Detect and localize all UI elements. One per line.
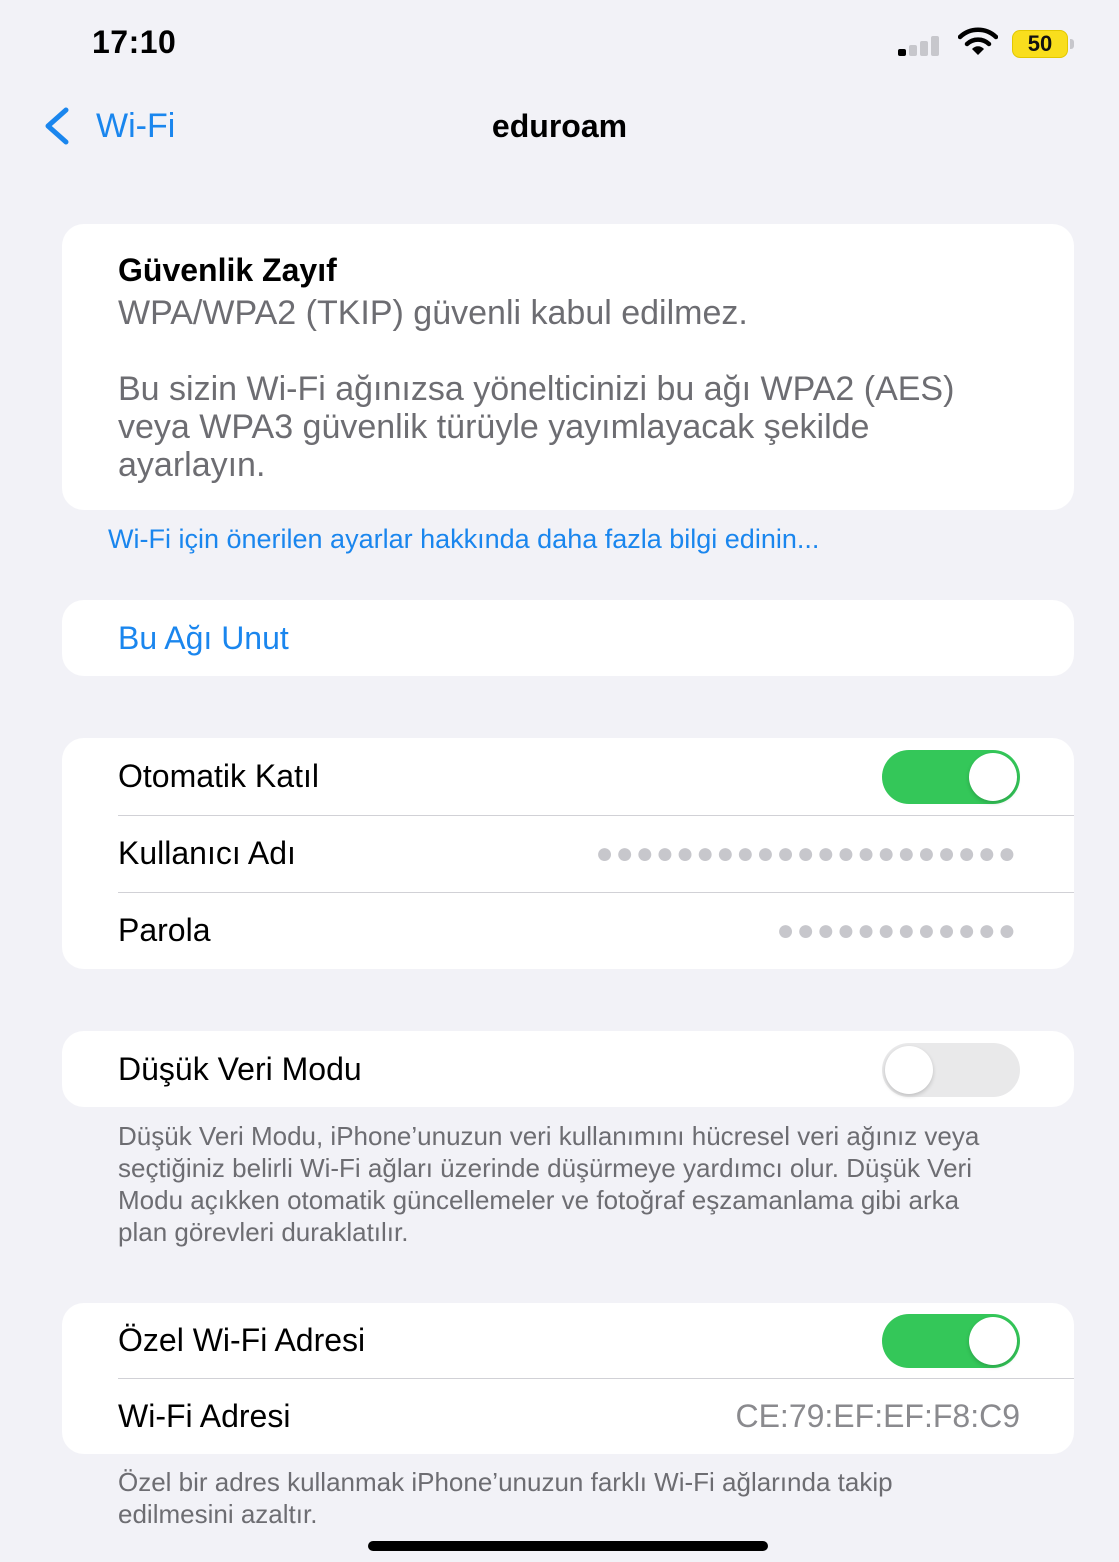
low-data-mode-row: Düşük Veri Modu [62, 1031, 1074, 1107]
forget-network-button[interactable]: Bu Ağı Unut [118, 600, 289, 676]
low-data-mode-label: Düşük Veri Modu [118, 1051, 362, 1087]
signal-icon [898, 36, 950, 56]
forget-network-card: Bu Ağı Unut [62, 600, 1074, 676]
security-title: Güvenlik Zayıf [118, 252, 337, 288]
password-value: ●●●●●●●●●●●● [776, 914, 1018, 947]
learn-more-link[interactable]: Wi-Fi için önerilen ayarlar hakkında dah… [108, 522, 1008, 556]
wifi-icon [958, 27, 998, 55]
security-warning-card: Güvenlik Zayıf WPA/WPA2 (TKIP) güvenli k… [62, 224, 1074, 510]
home-indicator [368, 1541, 768, 1551]
private-address-group: Özel Wi-Fi Adresi Wi-Fi Adresi CE:79:EF:… [62, 1303, 1074, 1454]
wifi-address-value: CE:79:EF:EF:F8:C9 [735, 1398, 1020, 1434]
password-label: Parola [118, 912, 211, 948]
private-address-row: Özel Wi-Fi Adresi [62, 1303, 1074, 1378]
join-settings-group: Otomatik Katıl Kullanıcı Adı ●●●●●●●●●●●… [62, 738, 1074, 969]
password-row[interactable]: Parola ●●●●●●●●●●●● [62, 892, 1074, 969]
wifi-address-label: Wi-Fi Adresi [118, 1398, 291, 1434]
wifi-address-row: Wi-Fi Adresi CE:79:EF:EF:F8:C9 [62, 1378, 1074, 1454]
chevron-left-icon [45, 107, 69, 145]
back-button[interactable]: Wi-Fi [40, 104, 175, 148]
security-line-2: Bu sizin Wi-Fi ağınızsa yönelticinizi bu… [118, 370, 955, 484]
username-value: ●●●●●●●●●●●●●●●●●●●●● [595, 837, 1018, 870]
private-address-toggle[interactable] [882, 1314, 1020, 1368]
username-row[interactable]: Kullanıcı Adı ●●●●●●●●●●●●●●●●●●●●● [62, 815, 1074, 892]
username-label: Kullanıcı Adı [118, 835, 296, 871]
private-address-footnote: Özel bir adres kullanmak iPhone’unuzun f… [118, 1467, 893, 1529]
private-address-label: Özel Wi-Fi Adresi [118, 1322, 366, 1358]
battery-icon: 50 [1012, 30, 1074, 60]
auto-join-toggle[interactable] [882, 750, 1020, 804]
security-description: WPA/WPA2 (TKIP) güvenli kabul edilmez. B… [118, 294, 1018, 484]
status-time: 17:10 [92, 24, 177, 60]
auto-join-row: Otomatik Katıl [62, 738, 1074, 815]
back-label: Wi-Fi [96, 106, 176, 145]
low-data-mode-toggle[interactable] [882, 1043, 1020, 1097]
low-data-mode-group: Düşük Veri Modu [62, 1031, 1074, 1107]
low-data-mode-footnote: Düşük Veri Modu, iPhone’unuzun veri kull… [118, 1121, 980, 1247]
auto-join-label: Otomatik Katıl [118, 758, 319, 794]
security-line-1: WPA/WPA2 (TKIP) güvenli kabul edilmez. [118, 294, 748, 332]
battery-level: 50 [1027, 31, 1053, 56]
